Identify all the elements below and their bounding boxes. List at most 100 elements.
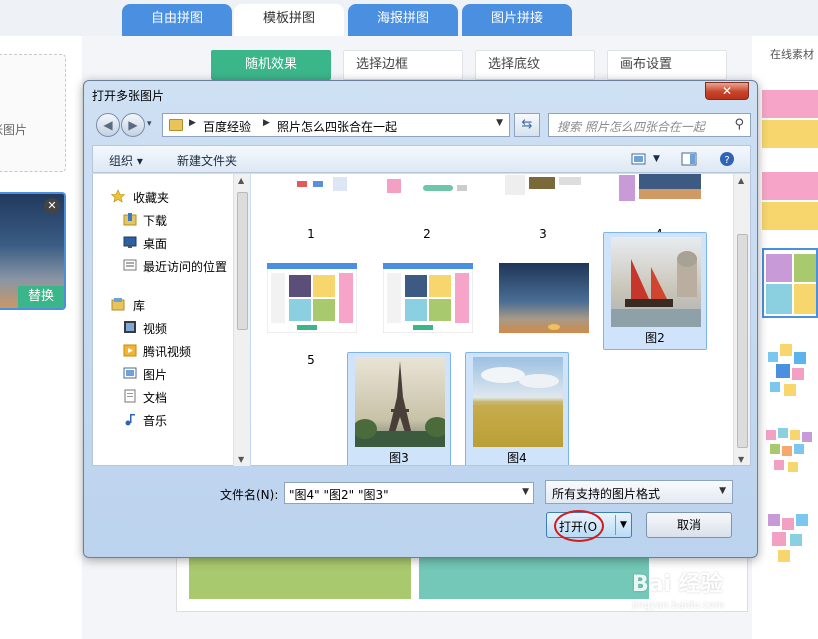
address-dropdown-icon[interactable]: ▼: [496, 118, 503, 128]
organize-menu[interactable]: 组织 ▾: [109, 152, 143, 169]
add-images-box[interactable]: 张图片: [0, 54, 66, 172]
scroll-down-icon[interactable]: ▼: [738, 455, 744, 464]
refresh-button[interactable]: ⇆: [514, 113, 540, 137]
scroll-thumb[interactable]: [237, 192, 248, 330]
forward-arrow-icon: ▶: [128, 118, 138, 132]
template-thumb[interactable]: [762, 166, 818, 236]
back-arrow-icon: ◀: [103, 118, 113, 132]
folder-icon: [169, 119, 183, 131]
file-item[interactable]: 1: [259, 174, 363, 248]
filename-input[interactable]: "图4" "图2" "图3" ▼: [284, 482, 534, 504]
choose-background-select[interactable]: 选择底纹: [475, 50, 595, 80]
file-list-scrollbar[interactable]: ▲ ▼: [733, 174, 750, 465]
canvas-cell[interactable]: [419, 551, 649, 599]
filetype-dropdown-icon: ▼: [719, 486, 726, 496]
baidu-watermark: Bai 经验 jingyan.baidu.com: [632, 566, 724, 611]
file-name: 图4: [507, 451, 527, 465]
canvas-settings-select[interactable]: 画布设置: [607, 50, 727, 80]
download-folder-icon: [123, 213, 137, 226]
template-thumb-selected[interactable]: [762, 248, 818, 318]
desktop-icon: [123, 236, 137, 248]
file-thumbnail: [499, 263, 589, 333]
history-dropdown-icon[interactable]: ▾: [147, 119, 152, 129]
file-thumbnail: [267, 263, 357, 333]
address-bar[interactable]: ▶ 百度经验 ▶ 照片怎么四张合在一起 ▼: [162, 113, 510, 137]
tencent-video-icon: [123, 344, 137, 357]
remove-image-icon[interactable]: ✕: [44, 198, 60, 214]
filename-label: 文件名(N):: [220, 488, 279, 502]
random-effect-button[interactable]: 随机效果: [211, 50, 331, 80]
tab-poster-collage[interactable]: 海报拼图: [348, 4, 458, 36]
command-bar: 组织 ▾ 新建文件夹 ▼ ?: [92, 145, 751, 173]
video-icon: [124, 321, 136, 333]
scroll-thumb[interactable]: [737, 234, 748, 448]
filename-value: "图4" "图2" "图3": [289, 488, 389, 502]
nav-scrollbar[interactable]: ▲ ▼: [233, 174, 250, 466]
template-thumb[interactable]: [762, 84, 818, 154]
cancel-button[interactable]: 取消: [646, 512, 732, 538]
scroll-down-icon[interactable]: ▼: [238, 455, 244, 464]
nav-tencent-video[interactable]: 腾讯视频: [93, 340, 233, 360]
split-divider: [615, 515, 616, 535]
file-item[interactable]: 3: [491, 174, 595, 248]
search-box[interactable]: 搜索 照片怎么四张合在一起 ⚲: [548, 113, 751, 137]
template-thumb[interactable]: [762, 504, 818, 574]
nav-desktop[interactable]: 桌面: [93, 232, 233, 252]
file-list: 1 2 3 4 5 6 图1 图2: [251, 174, 751, 466]
nav-label: 库: [133, 299, 146, 313]
view-dropdown-icon[interactable]: ▼: [653, 154, 660, 164]
recent-places-icon: [123, 259, 137, 271]
canvas-cell[interactable]: [189, 551, 411, 599]
file-item-selected[interactable]: 图2: [603, 232, 707, 350]
tab-image-stitch[interactable]: 图片拼接: [462, 4, 572, 36]
back-button[interactable]: ◀: [96, 113, 120, 137]
music-icon: [125, 414, 135, 426]
file-item-selected[interactable]: 图3: [347, 352, 451, 465]
view-options-icon[interactable]: [631, 151, 647, 167]
choose-border-select[interactable]: 选择边框: [343, 50, 463, 80]
breadcrumb-separator-icon[interactable]: ▶: [263, 118, 270, 128]
filetype-select[interactable]: 所有支持的图片格式 ▼: [545, 480, 733, 504]
tab-template-collage[interactable]: 模板拼图: [234, 4, 344, 36]
nav-libraries[interactable]: 库: [93, 294, 233, 314]
preview-pane-icon[interactable]: [681, 151, 697, 167]
add-images-label: 张图片: [0, 123, 28, 137]
scroll-up-icon[interactable]: ▲: [238, 176, 244, 185]
image-thumbnail-card[interactable]: ✕ 替换: [0, 192, 66, 310]
forward-button[interactable]: ▶: [121, 113, 145, 137]
search-placeholder: 搜索 照片怎么四张合在一起: [557, 120, 705, 134]
breadcrumb-item[interactable]: 照片怎么四张合在一起: [277, 118, 397, 135]
breadcrumb-separator-icon[interactable]: ▶: [189, 118, 196, 128]
template-thumb[interactable]: [762, 338, 818, 408]
open-files-dialog: 打开多张图片 ✕ ◀ ▶ ▾ ▶ 百度经验 ▶ 照片怎么四张合在一起 ▼ ⇆ 搜…: [83, 80, 758, 558]
nav-videos[interactable]: 视频: [93, 317, 233, 337]
tab-free-collage[interactable]: 自由拼图: [122, 4, 232, 36]
close-button[interactable]: ✕: [705, 82, 749, 100]
dialog-title: 打开多张图片: [92, 89, 165, 103]
file-item[interactable]: 2: [375, 174, 479, 248]
library-icon: [111, 298, 125, 311]
filename-dropdown-icon[interactable]: ▼: [522, 487, 529, 497]
navigation-pane: 收藏夹 下载 桌面 最近访问的位置 库 视频 腾讯视频 图片 文档 音乐 ▲ ▼: [92, 174, 250, 466]
search-icon[interactable]: ⚲: [734, 117, 744, 132]
file-name: 1: [307, 227, 315, 241]
file-item-selected[interactable]: 图4: [465, 352, 569, 465]
address-row: ◀ ▶ ▾ ▶ 百度经验 ▶ 照片怎么四张合在一起 ▼ ⇆ 搜索 照片怎么四张合…: [92, 111, 751, 139]
replace-button[interactable]: 替换: [18, 286, 64, 308]
nav-downloads[interactable]: 下载: [93, 209, 233, 229]
nav-documents[interactable]: 文档: [93, 386, 233, 406]
nav-label: 视频: [143, 322, 168, 336]
nav-favorites[interactable]: 收藏夹: [93, 186, 233, 206]
nav-pictures[interactable]: 图片: [93, 363, 233, 383]
nav-music[interactable]: 音乐: [93, 409, 233, 429]
breadcrumb-item[interactable]: 百度经验: [203, 118, 251, 135]
watermark-url: jingyan.baidu.com: [632, 600, 725, 611]
highlight-annotation: [554, 510, 604, 542]
template-thumb[interactable]: [762, 420, 818, 490]
file-thumbnail: [383, 263, 473, 333]
nav-recent-places[interactable]: 最近访问的位置: [93, 255, 233, 275]
open-options-dropdown-icon[interactable]: ▼: [620, 520, 627, 530]
scroll-up-icon[interactable]: ▲: [738, 176, 744, 185]
help-icon[interactable]: ?: [719, 151, 735, 167]
new-folder-button[interactable]: 新建文件夹: [177, 152, 237, 169]
